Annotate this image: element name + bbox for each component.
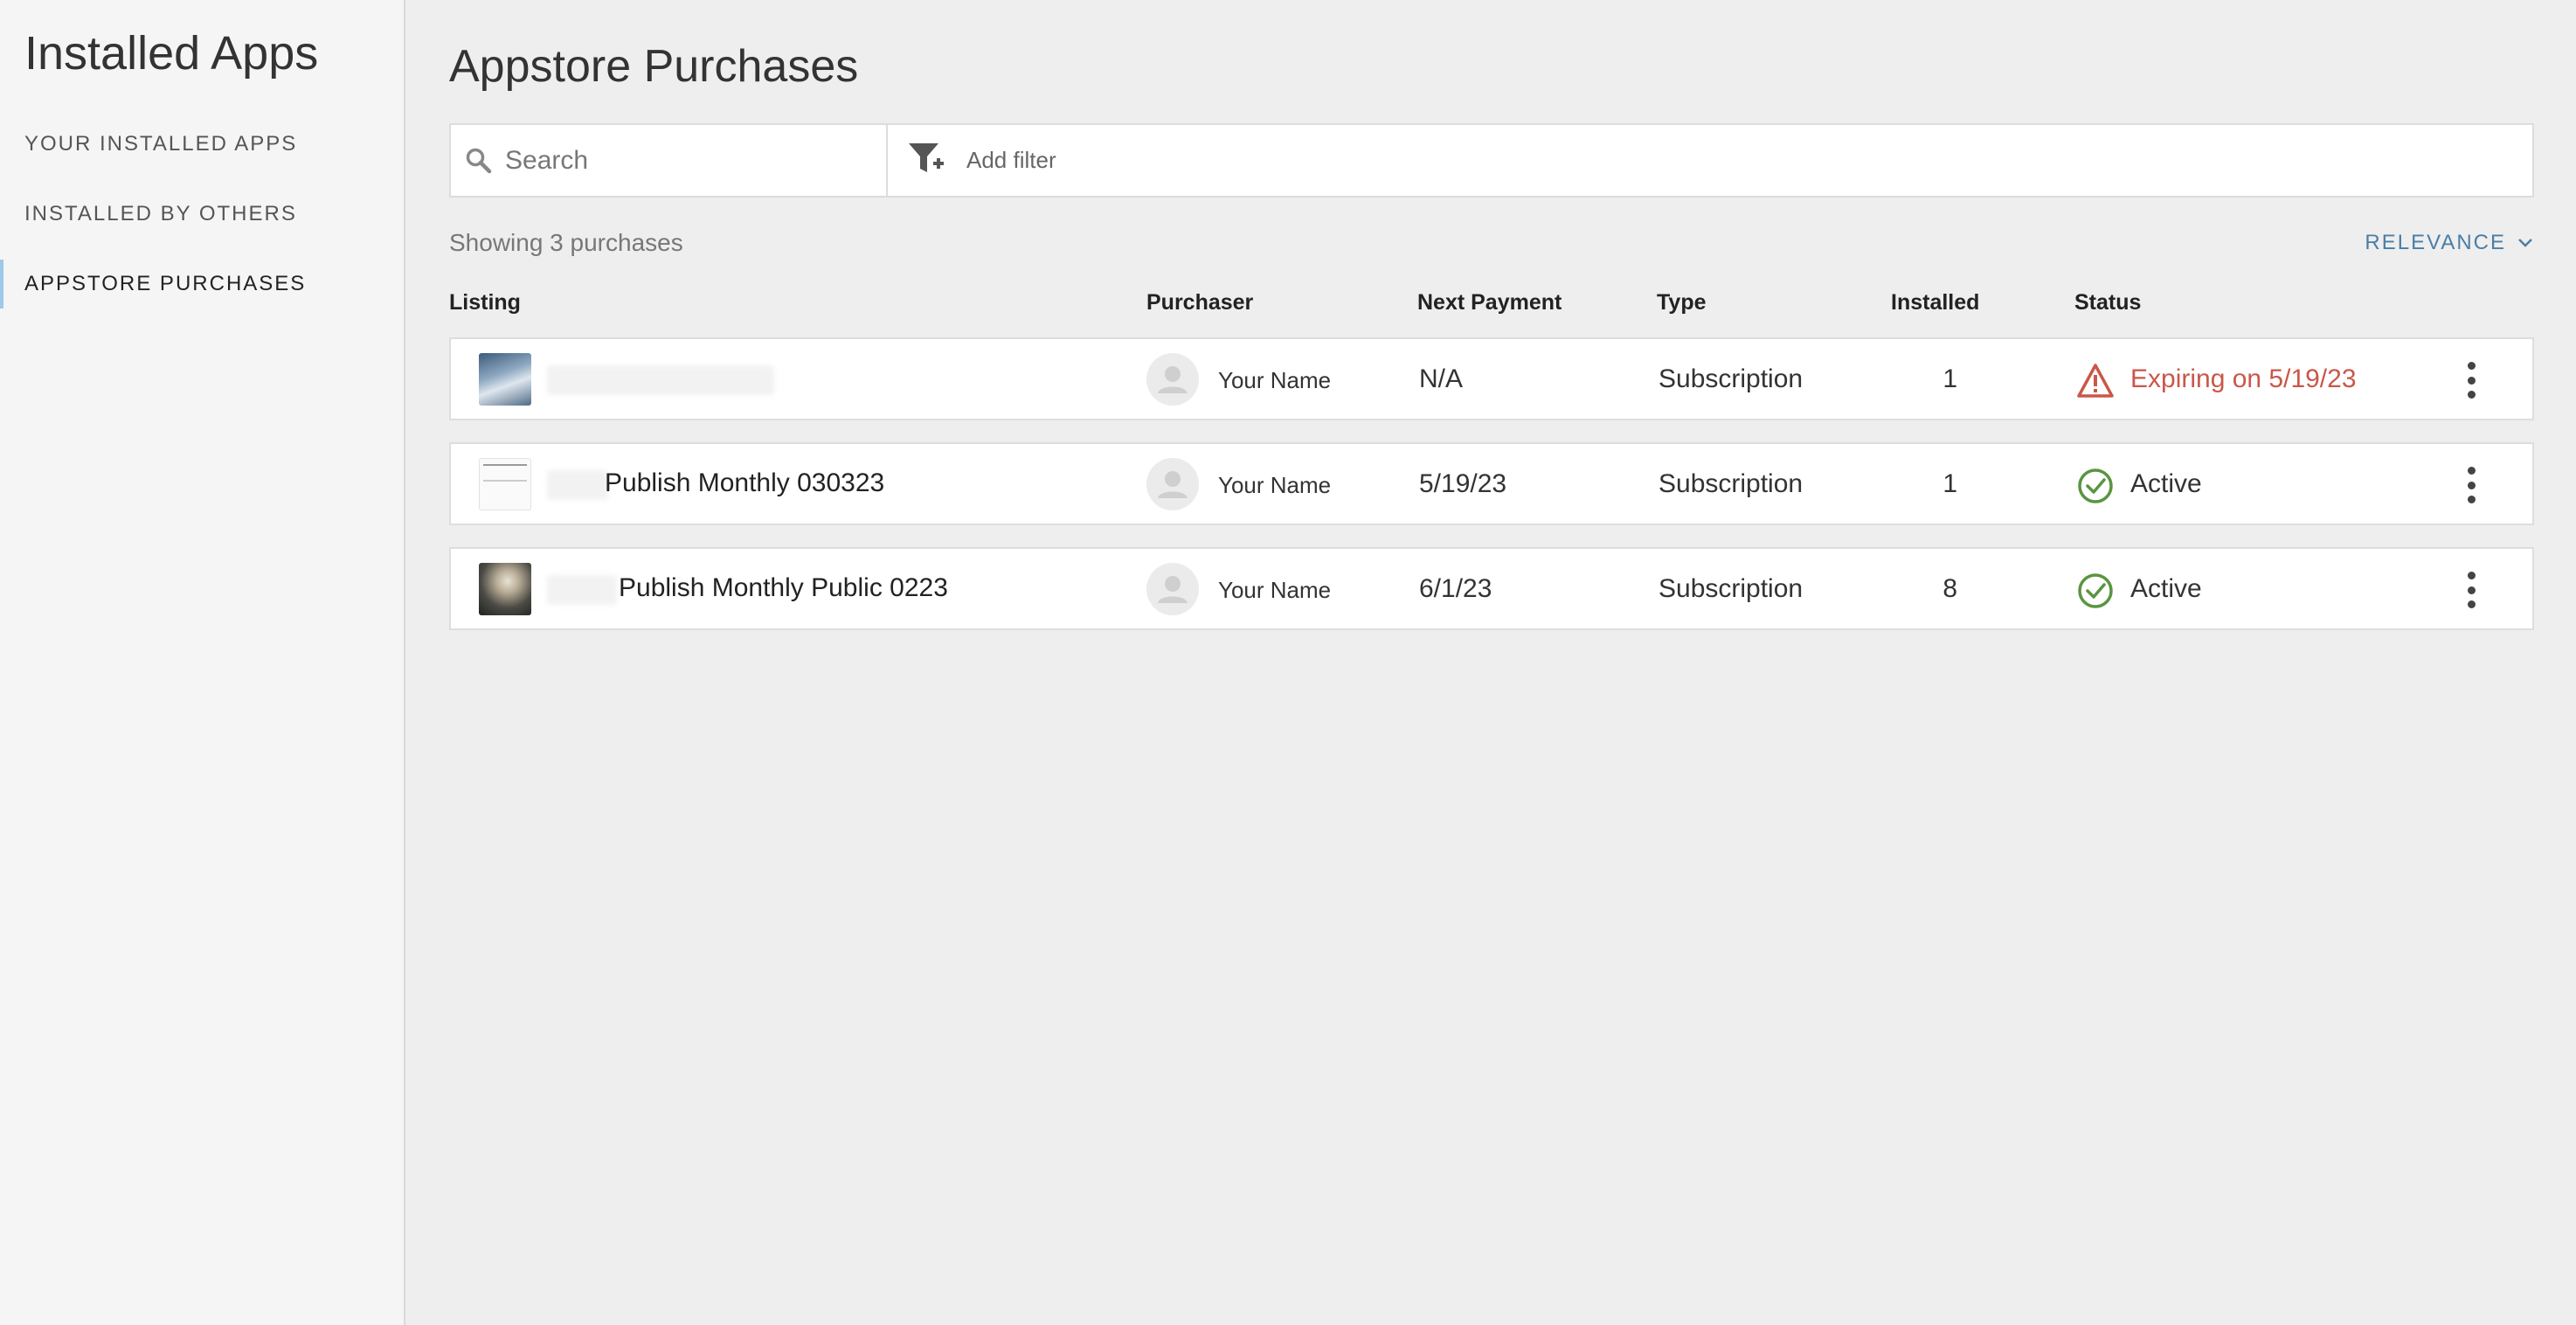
purchaser-name: Your Name — [1218, 367, 1332, 393]
status-text: Active — [2130, 469, 2202, 498]
purchaser-name: Your Name — [1218, 577, 1332, 603]
column-header-type[interactable]: Type — [1657, 290, 1707, 316]
column-header-installed[interactable]: Installed — [1891, 290, 1979, 316]
listing-thumbnail — [479, 458, 531, 510]
chevron-down-icon — [2518, 239, 2532, 247]
sidebar-item-installed-by-others[interactable]: INSTALLED BY OTHERS — [0, 190, 404, 239]
installed-count: 1 — [1942, 469, 1957, 498]
avatar — [1146, 458, 1199, 510]
row-actions-menu-icon[interactable] — [2461, 572, 2482, 608]
page-title: Appstore Purchases — [449, 41, 859, 92]
installed-count: 8 — [1942, 574, 1957, 603]
subscription-type: Subscription — [1658, 469, 1804, 498]
table-row[interactable]: Publish Monthly Public 0223 Your Name 6/… — [449, 547, 2534, 630]
search-icon — [463, 145, 495, 177]
sidebar: Installed Apps YOUR INSTALLED APPS INSTA… — [0, 0, 405, 1325]
listing-thumbnail — [479, 563, 531, 615]
row-actions-menu-icon[interactable] — [2461, 362, 2482, 399]
redacted-listing-name — [547, 365, 774, 395]
subscription-type: Subscription — [1658, 574, 1804, 603]
listing-name[interactable]: Publish Monthly 030323 — [605, 468, 884, 498]
column-header-purchaser[interactable]: Purchaser — [1146, 290, 1253, 316]
table-row[interactable]: Publish Monthly 030323 Your Name 5/19/23… — [449, 442, 2534, 525]
filter-add-icon — [907, 141, 945, 180]
search-box[interactable] — [451, 125, 888, 196]
next-payment: 6/1/23 — [1419, 574, 1492, 603]
sort-label: RELEVANCE — [2365, 231, 2506, 254]
status-text: Expiring on 5/19/23 — [2130, 364, 2357, 393]
next-payment: 5/19/23 — [1419, 469, 1507, 498]
subscription-type: Subscription — [1658, 364, 1804, 393]
add-filter-button[interactable]: Add filter — [888, 125, 1056, 196]
installed-count: 1 — [1942, 364, 1957, 393]
warning-triangle-icon — [2077, 364, 2114, 398]
column-header-status[interactable]: Status — [2074, 290, 2141, 316]
redacted-listing-prefix — [547, 575, 617, 605]
listing-name[interactable]: Publish Monthly Public 0223 — [619, 573, 948, 603]
table-row[interactable]: Your Name N/A Subscription 1 Expiring on… — [449, 337, 2534, 420]
check-circle-icon — [2078, 573, 2113, 608]
listing-thumbnail — [479, 353, 531, 406]
purchaser-name: Your Name — [1218, 472, 1332, 498]
avatar — [1146, 353, 1199, 406]
sidebar-title: Installed Apps — [24, 27, 319, 80]
sidebar-item-appstore-purchases[interactable]: APPSTORE PURCHASES — [0, 260, 404, 309]
column-header-next-payment[interactable]: Next Payment — [1417, 290, 1562, 316]
sort-dropdown[interactable]: RELEVANCE — [2365, 231, 2534, 255]
redacted-listing-prefix — [547, 470, 608, 500]
row-actions-menu-icon[interactable] — [2461, 467, 2482, 503]
search-bar: Add filter — [449, 123, 2534, 198]
status-text: Active — [2130, 574, 2202, 603]
sidebar-item-your-installed-apps[interactable]: YOUR INSTALLED APPS — [0, 120, 404, 169]
avatar — [1146, 563, 1199, 615]
results-count: Showing 3 purchases — [449, 229, 683, 256]
add-filter-label: Add filter — [966, 147, 1056, 173]
next-payment: N/A — [1419, 364, 1464, 393]
search-input[interactable] — [505, 145, 872, 176]
check-circle-icon — [2078, 468, 2113, 503]
column-header-listing[interactable]: Listing — [449, 290, 521, 316]
